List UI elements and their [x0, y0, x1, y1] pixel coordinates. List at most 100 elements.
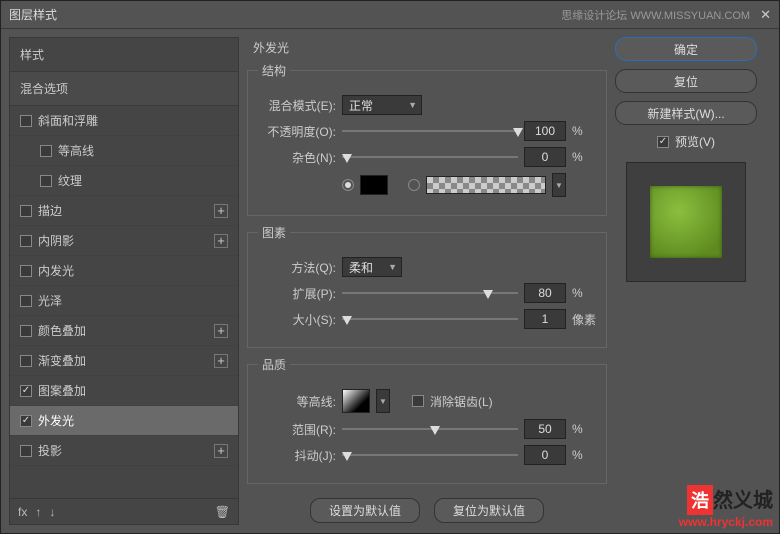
- style-item-label: 等高线: [58, 142, 94, 159]
- size-label: 大小(S):: [258, 311, 336, 328]
- style-checkbox[interactable]: [20, 265, 32, 277]
- style-checkbox[interactable]: [40, 175, 52, 187]
- size-slider[interactable]: [342, 312, 518, 326]
- style-checkbox[interactable]: [20, 445, 32, 457]
- reset-button[interactable]: 复位: [615, 69, 757, 93]
- color-swatch[interactable]: [360, 175, 388, 195]
- method-select[interactable]: 柔和▼: [342, 257, 402, 277]
- preview-thumbnail: [650, 186, 722, 258]
- style-list: 斜面和浮雕等高线纹理描边+ 内阴影 + 内发光光泽颜色叠加 + 渐变叠加 + 图案叠加外发光投…: [10, 106, 238, 498]
- add-icon[interactable]: +: [214, 354, 228, 368]
- blending-options[interactable]: 混合选项: [10, 72, 238, 106]
- style-item-label: 纹理: [58, 172, 82, 189]
- header-right: 思缘设计论坛 WWW.MISSYUAN.COM ✕: [561, 7, 771, 23]
- style-checkbox[interactable]: [20, 325, 32, 337]
- noise-slider[interactable]: [342, 150, 518, 164]
- range-label: 范围(R):: [258, 421, 336, 438]
- opacity-label: 不透明度(O):: [258, 123, 336, 140]
- style-item-label: 外发光: [38, 412, 74, 429]
- preview-box: [626, 162, 746, 282]
- contour-label: 等高线:: [258, 393, 336, 410]
- style-item[interactable]: 等高线: [10, 136, 238, 166]
- add-icon[interactable]: +: [214, 204, 228, 218]
- elements-group: 图素 方法(Q): 柔和▼ 扩展(P): % 大小(S):: [247, 224, 607, 348]
- spread-input[interactable]: [524, 283, 566, 303]
- style-checkbox[interactable]: [20, 355, 32, 367]
- style-item[interactable]: 颜色叠加 +: [10, 316, 238, 346]
- style-checkbox[interactable]: [20, 115, 32, 127]
- style-checkbox[interactable]: [20, 385, 32, 397]
- size-input[interactable]: [524, 309, 566, 329]
- layer-style-dialog: 图层样式 思缘设计论坛 WWW.MISSYUAN.COM ✕ 样式 混合选项 斜…: [0, 0, 780, 534]
- gradient-swatch[interactable]: [426, 176, 546, 194]
- color-radio[interactable]: [342, 179, 354, 191]
- style-item-label: 内阴影: [38, 232, 74, 249]
- noise-input[interactable]: [524, 147, 566, 167]
- preview-label: 预览(V): [675, 133, 715, 150]
- close-icon[interactable]: ✕: [760, 7, 771, 23]
- style-item-label: 图案叠加: [38, 382, 86, 399]
- jitter-label: 抖动(J):: [258, 447, 336, 464]
- opacity-input[interactable]: [524, 121, 566, 141]
- contour-dropdown[interactable]: ▼: [376, 389, 390, 413]
- spread-label: 扩展(P):: [258, 285, 336, 302]
- style-item[interactable]: 纹理: [10, 166, 238, 196]
- style-item[interactable]: 外发光: [10, 406, 238, 436]
- blend-mode-select[interactable]: 正常▼: [342, 95, 422, 115]
- style-item[interactable]: 投影+: [10, 436, 238, 466]
- settings-panel: 外发光 结构 混合模式(E): 正常▼ 不透明度(O): % 杂色(N):: [247, 37, 607, 525]
- style-item[interactable]: 斜面和浮雕: [10, 106, 238, 136]
- gradient-radio[interactable]: [408, 179, 420, 191]
- style-item[interactable]: 内发光: [10, 256, 238, 286]
- chevron-down-icon: ▼: [388, 262, 397, 272]
- method-label: 方法(Q):: [258, 259, 336, 276]
- noise-label: 杂色(N):: [258, 149, 336, 166]
- style-checkbox[interactable]: [20, 205, 32, 217]
- style-checkbox[interactable]: [20, 415, 32, 427]
- sidebar-header: 样式: [10, 38, 238, 72]
- style-item[interactable]: 内阴影 +: [10, 226, 238, 256]
- opacity-slider[interactable]: [342, 124, 518, 138]
- range-slider[interactable]: [342, 422, 518, 436]
- right-panel: 确定 复位 新建样式(W)... 预览(V): [615, 37, 757, 525]
- blend-mode-label: 混合模式(E):: [258, 97, 336, 114]
- style-item-label: 斜面和浮雕: [38, 112, 98, 129]
- trash-icon[interactable]: 🗑: [215, 505, 230, 519]
- reset-default-button[interactable]: 复位为默认值: [434, 498, 544, 523]
- titlebar: 图层样式 思缘设计论坛 WWW.MISSYUAN.COM ✕: [1, 1, 779, 29]
- style-item[interactable]: 光泽: [10, 286, 238, 316]
- ok-button[interactable]: 确定: [615, 37, 757, 61]
- add-icon[interactable]: +: [214, 324, 228, 338]
- arrow-down-icon[interactable]: ↓: [49, 505, 55, 519]
- jitter-slider[interactable]: [342, 448, 518, 462]
- range-input[interactable]: [524, 419, 566, 439]
- style-item-label: 内发光: [38, 262, 74, 279]
- style-checkbox[interactable]: [40, 145, 52, 157]
- panel-title: 外发光: [247, 37, 607, 62]
- add-icon[interactable]: +: [214, 234, 228, 248]
- fx-label[interactable]: fx: [18, 505, 27, 519]
- structure-group: 结构 混合模式(E): 正常▼ 不透明度(O): % 杂色(N):: [247, 62, 607, 216]
- style-checkbox[interactable]: [20, 235, 32, 247]
- watermark: 浩然义城 www.hryckj.com: [679, 484, 773, 529]
- spread-slider[interactable]: [342, 286, 518, 300]
- contour-swatch[interactable]: [342, 389, 370, 413]
- antialias-checkbox[interactable]: [412, 395, 424, 407]
- chevron-down-icon: ▼: [408, 100, 417, 110]
- gradient-dropdown[interactable]: ▼: [552, 173, 566, 197]
- style-sidebar: 样式 混合选项 斜面和浮雕等高线纹理描边+ 内阴影 + 内发光光泽颜色叠加 + 渐变叠加 +…: [9, 37, 239, 525]
- preview-checkbox[interactable]: [657, 136, 669, 148]
- sidebar-footer: fx ↑ ↓ 🗑: [10, 498, 238, 524]
- style-checkbox[interactable]: [20, 295, 32, 307]
- new-style-button[interactable]: 新建样式(W)...: [615, 101, 757, 125]
- add-icon[interactable]: +: [214, 444, 228, 458]
- style-item-label: 颜色叠加: [38, 322, 86, 339]
- set-default-button[interactable]: 设置为默认值: [310, 498, 420, 523]
- arrow-up-icon[interactable]: ↑: [35, 505, 41, 519]
- style-item[interactable]: 描边+: [10, 196, 238, 226]
- style-item[interactable]: 图案叠加: [10, 376, 238, 406]
- style-item-label: 渐变叠加: [38, 352, 86, 369]
- jitter-input[interactable]: [524, 445, 566, 465]
- antialias-label: 消除锯齿(L): [430, 393, 493, 410]
- style-item[interactable]: 渐变叠加 +: [10, 346, 238, 376]
